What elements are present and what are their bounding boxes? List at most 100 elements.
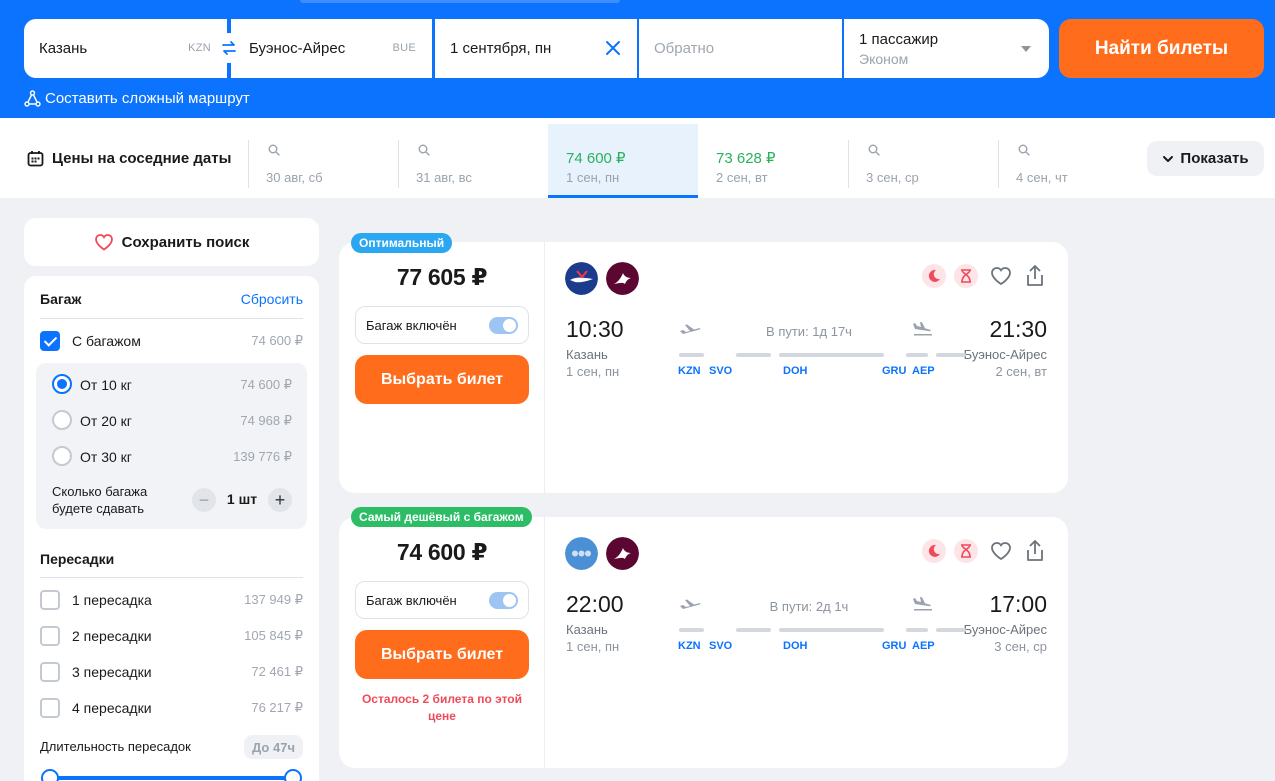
search-icon: [268, 144, 280, 156]
passengers-field[interactable]: 1 пассажир Эконом: [844, 19, 1049, 78]
weight-price: 74 968 ₽: [240, 413, 292, 428]
baggage-toggle-label: Багаж включён: [366, 593, 457, 608]
baggage-toggle[interactable]: Багаж включён: [355, 581, 529, 619]
airport-code: AEP: [912, 640, 935, 652]
radio-selected[interactable]: [52, 374, 72, 394]
weight-option-30[interactable]: От 30 кг 139 776 ₽: [52, 445, 292, 469]
baggage-count-stepper[interactable]: − 1 шт +: [192, 488, 292, 512]
departure-date: 1 сентября, пн: [450, 40, 552, 57]
nearby-date-price: 74 600 ₽: [566, 150, 626, 167]
divider: [398, 140, 399, 188]
origin-field[interactable]: Казань KZN: [24, 19, 229, 78]
transfers-price: 137 949 ₽: [244, 592, 303, 607]
cabin-class: Эконом: [859, 51, 909, 67]
airport-code: GRU: [882, 365, 907, 377]
divider: [848, 140, 849, 188]
qatar-airways-logo: [606, 262, 639, 295]
favorite-heart-icon[interactable]: [990, 264, 1012, 288]
ticket-badge: Оптимальный: [351, 233, 453, 253]
arrival-time: 21:30: [989, 316, 1047, 342]
toggle-switch[interactable]: [489, 317, 518, 334]
destination-city: Буэнос-Айрес: [249, 40, 346, 57]
nearby-date-label: 2 сен, вт: [716, 170, 768, 185]
minus-button[interactable]: −: [192, 488, 216, 512]
weight-option-10[interactable]: От 10 кг 74 600 ₽: [52, 373, 292, 397]
checkbox[interactable]: [40, 698, 60, 718]
airport-code: KZN: [678, 365, 701, 377]
transfers-price: 72 461 ₽: [251, 664, 303, 679]
route-segment: [936, 353, 966, 357]
radio[interactable]: [52, 410, 72, 430]
transfers-price: 76 217 ₽: [251, 700, 303, 715]
select-ticket-button[interactable]: Выбрать билет: [355, 355, 529, 404]
flight-duration: В пути: 1д 17ч: [766, 324, 852, 339]
route-segment: [779, 628, 884, 632]
weight-label: От 10 кг: [80, 377, 132, 393]
find-tickets-button[interactable]: Найти билеты: [1059, 19, 1264, 78]
weight-option-20[interactable]: От 20 кг 74 968 ₽: [52, 409, 292, 433]
duration-slider-min-handle[interactable]: [41, 769, 59, 781]
nearby-date-cell[interactable]: 74 600 ₽ 1 сен, пн: [548, 124, 698, 198]
nearby-date-cell[interactable]: 73 628 ₽ 2 сен, вт: [698, 124, 848, 198]
baggage-toggle[interactable]: Багаж включён: [355, 306, 529, 344]
divider: [998, 140, 999, 188]
departure-date-field[interactable]: 1 сентября, пн: [434, 19, 639, 78]
route-segment: [736, 628, 771, 632]
radio[interactable]: [52, 446, 72, 466]
qatar-airways-logo: [606, 537, 639, 570]
clear-date-icon[interactable]: [603, 38, 623, 58]
transfers-option[interactable]: 2 пересадки 105 845 ₽: [40, 624, 303, 648]
duration-slider-track[interactable]: [50, 776, 293, 780]
destination-field[interactable]: Буэнос-Айрес BUE: [229, 19, 434, 78]
return-date-field[interactable]: Обратно: [639, 19, 844, 78]
reset-baggage-link[interactable]: Сбросить: [241, 291, 303, 307]
nearby-date-cell[interactable]: 31 авг, вс: [398, 124, 548, 198]
nearby-date-cell[interactable]: 4 сен, чт: [998, 124, 1148, 198]
nearby-date-cell[interactable]: 30 авг, сб: [248, 124, 398, 198]
ticket-actions: [922, 539, 1046, 563]
nearby-date-price: 73 628 ₽: [716, 150, 776, 167]
divider: [248, 140, 249, 188]
transfers-option[interactable]: 1 пересадка 137 949 ₽: [40, 588, 303, 612]
route-segment: [936, 628, 966, 632]
transfers-label: 3 пересадки: [72, 664, 152, 680]
baggage-title: Багаж: [40, 291, 82, 307]
duration-slider-max-handle[interactable]: [284, 769, 302, 781]
divider: [40, 318, 303, 319]
long-layover-icon: [954, 539, 978, 563]
baggage-count-label: Сколько багажа будете сдавать: [52, 484, 148, 516]
checkbox[interactable]: [40, 626, 60, 646]
airline-logos: [565, 262, 639, 295]
ticket-actions: [922, 264, 1046, 288]
show-dates-button[interactable]: Показать: [1147, 141, 1264, 176]
ticket-badge: Самый дешёвый с багажом: [351, 507, 532, 527]
plus-button[interactable]: +: [268, 488, 292, 512]
route-segment: [736, 353, 771, 357]
aeroflot-logo: [565, 262, 598, 295]
save-search-button[interactable]: Сохранить поиск: [24, 218, 319, 266]
origin-city: Казань: [39, 40, 88, 57]
with-baggage-label: С багажом: [72, 333, 141, 349]
share-icon[interactable]: [1024, 264, 1046, 288]
ticket-card[interactable]: 77 605 ₽ Багаж включён Выбрать билет 10:30 2…: [339, 242, 1068, 493]
transfers-option[interactable]: 3 пересадки 72 461 ₽: [40, 660, 303, 684]
route-segment: [679, 353, 704, 357]
complex-route-link[interactable]: Составить сложный маршрут: [24, 90, 250, 107]
route-segment: [906, 628, 928, 632]
baggage-options: От 10 кг 74 600 ₽ От 20 кг 74 968 ₽ От 3…: [36, 363, 307, 529]
arrival-time: 17:00: [989, 591, 1047, 617]
checkbox-checked[interactable]: [40, 331, 60, 351]
share-icon[interactable]: [1024, 539, 1046, 563]
ticket-price: 74 600 ₽: [396, 539, 488, 565]
with-baggage-checkbox[interactable]: С багажом 74 600 ₽: [40, 329, 303, 353]
checkbox[interactable]: [40, 590, 60, 610]
select-ticket-button[interactable]: Выбрать билет: [355, 630, 529, 679]
nearby-date-cell[interactable]: 3 сен, ср: [848, 124, 998, 198]
checkbox[interactable]: [40, 662, 60, 682]
transfers-option[interactable]: 4 пересадки 76 217 ₽: [40, 696, 303, 720]
swap-button[interactable]: [214, 33, 244, 63]
nearby-date-label: 1 сен, пн: [566, 170, 620, 185]
ticket-card[interactable]: 74 600 ₽ Багаж включён Выбрать билет Остало…: [339, 517, 1068, 768]
favorite-heart-icon[interactable]: [990, 539, 1012, 563]
toggle-switch[interactable]: [489, 592, 518, 609]
